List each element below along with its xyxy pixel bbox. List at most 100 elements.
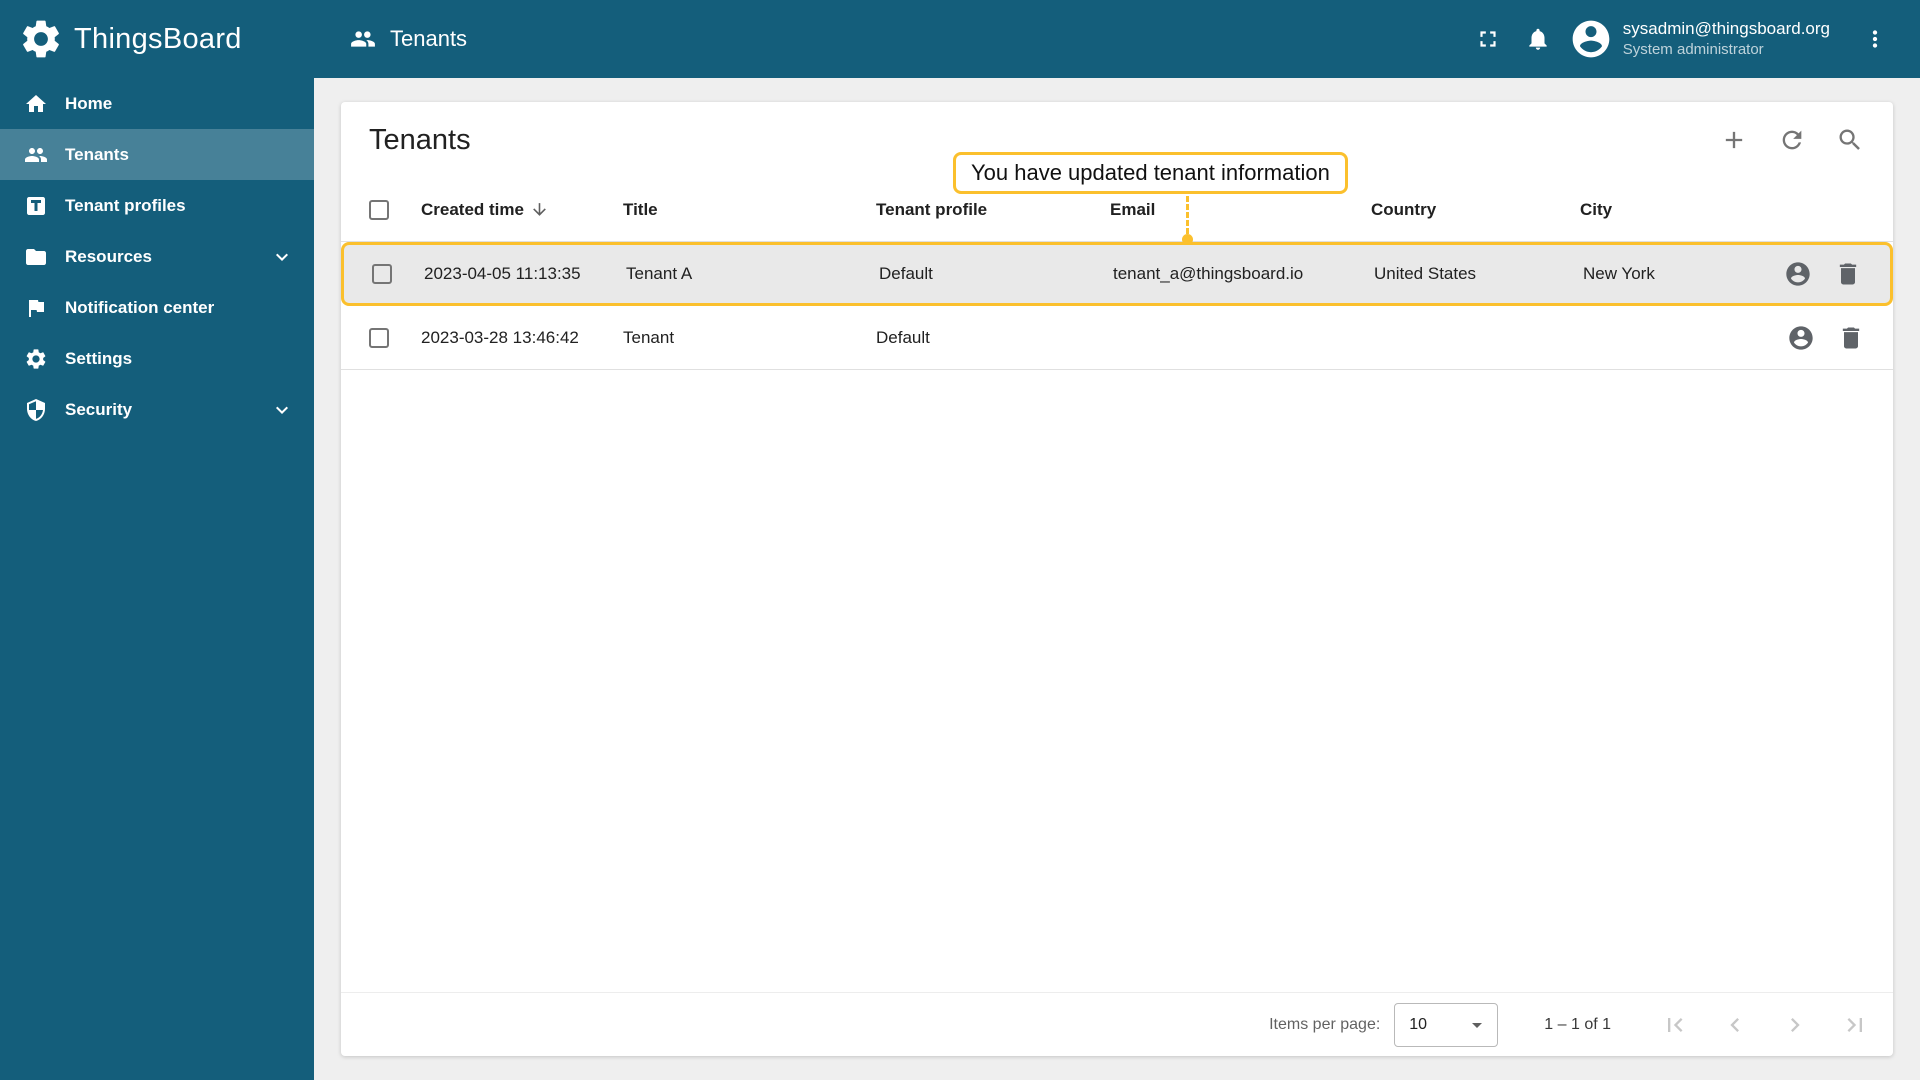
- row-checkbox[interactable]: [372, 264, 392, 284]
- chevron-down-icon: [270, 245, 294, 269]
- add-tenant-button[interactable]: [1711, 117, 1757, 163]
- home-icon: [24, 92, 48, 116]
- sort-descending-icon: [524, 200, 549, 219]
- first-page-icon: [1661, 1011, 1689, 1039]
- notifications-button[interactable]: [1513, 14, 1563, 64]
- sidebar-nav: Home Tenants Tenant profiles Resources N…: [0, 78, 314, 435]
- column-header-created-time[interactable]: Created time: [421, 200, 623, 220]
- delete-tenant-button[interactable]: [1834, 260, 1862, 288]
- column-header-email[interactable]: Email: [1110, 200, 1371, 220]
- topbar: Tenants sysadmin@thingsboard.org System …: [314, 0, 1920, 78]
- table-empty-space: [341, 370, 1893, 992]
- page-range-label: 1 – 1 of 1: [1544, 1015, 1611, 1033]
- account-circle-icon: [1784, 260, 1812, 288]
- sidebar-item-label: Tenants: [65, 144, 129, 164]
- tenants-card: Tenants Created time Title Tenant profil…: [341, 102, 1893, 1056]
- delete-tenant-button[interactable]: [1837, 324, 1865, 352]
- fullscreen-icon: [1475, 26, 1501, 52]
- account-circle-icon: [1569, 17, 1613, 61]
- row-actions: [1712, 260, 1862, 288]
- plus-icon: [1720, 126, 1748, 154]
- tenants-icon: [24, 143, 48, 167]
- callout-tooltip: You have updated tenant information: [953, 152, 1348, 194]
- paginator: Items per page: 10 1 – 1 of 1: [341, 992, 1893, 1056]
- gear-icon: [24, 347, 48, 371]
- logo[interactable]: ThingsBoard: [0, 0, 314, 78]
- refresh-icon: [1778, 126, 1806, 154]
- last-page-button[interactable]: [1833, 1003, 1877, 1047]
- card-actions: [1711, 117, 1873, 163]
- cell-email: tenant_a@thingsboard.io: [1113, 264, 1304, 283]
- topbar-title: Tenants: [350, 26, 467, 52]
- row-actions: [1715, 324, 1865, 352]
- more-menu-button[interactable]: [1850, 14, 1900, 64]
- fullscreen-button[interactable]: [1463, 14, 1513, 64]
- refresh-button[interactable]: [1769, 117, 1815, 163]
- shield-icon: [24, 398, 48, 422]
- table-row-tenant[interactable]: 2023-03-28 13:46:42 Tenant Default: [341, 306, 1893, 370]
- chevron-left-icon: [1721, 1011, 1749, 1039]
- chevron-right-icon: [1781, 1011, 1809, 1039]
- search-button[interactable]: [1827, 117, 1873, 163]
- column-header-title[interactable]: Title: [623, 200, 876, 220]
- sidebar-item-notification-center[interactable]: Notification center: [0, 282, 314, 333]
- next-page-button[interactable]: [1773, 1003, 1817, 1047]
- chevron-down-icon: [270, 398, 294, 422]
- cell-created-time: 2023-04-05 11:13:35: [424, 264, 581, 283]
- user-role: System administrator: [1622, 41, 1764, 59]
- sidebar-item-label: Resources: [65, 246, 152, 266]
- last-page-icon: [1841, 1011, 1869, 1039]
- callout-text: You have updated tenant information: [971, 160, 1330, 185]
- trash-icon: [1834, 260, 1862, 288]
- sidebar-item-tenant-profiles[interactable]: Tenant profiles: [0, 180, 314, 231]
- sidebar-item-label: Settings: [65, 348, 133, 368]
- manage-tenant-admins-button[interactable]: [1784, 260, 1812, 288]
- column-header-tenant-profile[interactable]: Tenant profile: [876, 200, 1110, 220]
- cell-tenant-profile: Default: [876, 327, 930, 347]
- user-avatar[interactable]: [1569, 17, 1613, 61]
- sidebar-item-label: Home: [65, 93, 113, 113]
- user-info: sysadmin@thingsboard.org System administ…: [1623, 18, 1830, 60]
- dropdown-arrow-icon: [1465, 1013, 1489, 1037]
- more-vert-icon: [1862, 26, 1888, 52]
- items-per-page-select[interactable]: 10: [1394, 1002, 1499, 1047]
- cell-title: Tenant A: [626, 264, 693, 283]
- cell-tenant-profile: Default: [879, 264, 933, 283]
- previous-page-button[interactable]: [1713, 1003, 1757, 1047]
- sidebar-item-home[interactable]: Home: [0, 78, 314, 129]
- cell-title: Tenant: [623, 327, 675, 347]
- page-title: Tenants: [369, 123, 471, 156]
- callout-connector-line: [1186, 196, 1189, 234]
- select-all-checkbox[interactable]: [369, 199, 389, 220]
- items-per-page-label: Items per page:: [1269, 1015, 1381, 1033]
- first-page-button[interactable]: [1653, 1003, 1697, 1047]
- thingsboard-logo-icon: [18, 16, 64, 62]
- tenant-profiles-icon: [24, 194, 48, 218]
- bell-icon: [1525, 26, 1551, 52]
- folder-icon: [24, 245, 48, 269]
- main-area: Tenants sysadmin@thingsboard.org System …: [314, 0, 1920, 1080]
- trash-icon: [1837, 324, 1865, 352]
- sidebar-item-settings[interactable]: Settings: [0, 333, 314, 384]
- app-root: ThingsBoard Home Tenants Tenant profiles…: [0, 0, 1920, 1080]
- account-circle-icon: [1787, 324, 1815, 352]
- sidebar-item-resources[interactable]: Resources: [0, 231, 314, 282]
- row-checkbox[interactable]: [369, 327, 389, 348]
- sidebar: ThingsBoard Home Tenants Tenant profiles…: [0, 0, 314, 1080]
- sidebar-item-security[interactable]: Security: [0, 384, 314, 435]
- sidebar-item-label: Security: [65, 399, 133, 419]
- logo-text: ThingsBoard: [74, 22, 242, 55]
- column-header-city[interactable]: City: [1580, 200, 1715, 220]
- cell-created-time: 2023-03-28 13:46:42: [421, 327, 579, 347]
- items-per-page-value: 10: [1409, 1015, 1428, 1033]
- manage-tenant-admins-button[interactable]: [1787, 324, 1815, 352]
- table-row-tenant-a[interactable]: 2023-04-05 11:13:35 Tenant A Default ten…: [341, 242, 1893, 306]
- topbar-title-text: Tenants: [390, 26, 468, 51]
- user-email: sysadmin@thingsboard.org: [1622, 19, 1830, 39]
- content-area: Tenants Created time Title Tenant profil…: [314, 78, 1920, 1080]
- cell-country: United States: [1374, 264, 1477, 283]
- cell-city: New York: [1583, 264, 1655, 283]
- sidebar-item-tenants[interactable]: Tenants: [0, 129, 314, 180]
- column-header-country[interactable]: Country: [1371, 200, 1580, 220]
- flag-icon: [24, 296, 48, 320]
